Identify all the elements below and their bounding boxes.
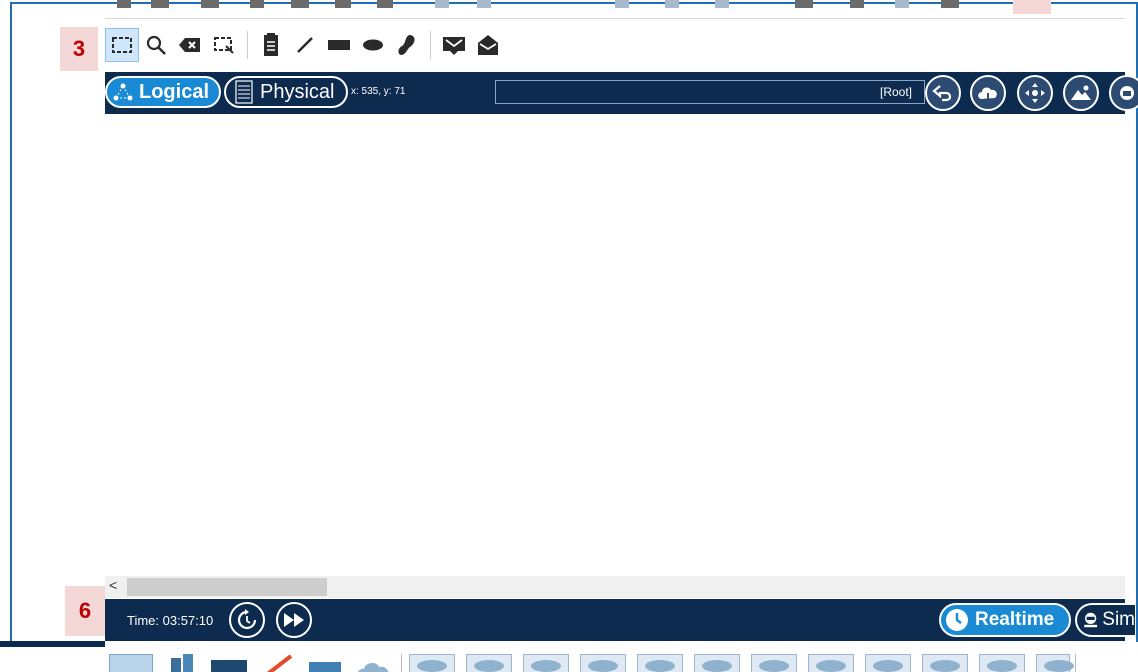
draw-line-icon bbox=[297, 37, 313, 53]
set-background-icon bbox=[1071, 85, 1091, 100]
delete-tool[interactable] bbox=[173, 28, 207, 62]
add-complex-pdu-icon bbox=[478, 35, 498, 55]
inspect-icon bbox=[146, 35, 166, 55]
draw-ellipse-tool[interactable] bbox=[356, 28, 390, 62]
viewport-button[interactable] bbox=[1109, 75, 1138, 111]
device-router-4[interactable] bbox=[580, 654, 626, 672]
components-category[interactable] bbox=[209, 654, 249, 672]
viewport-icon bbox=[1120, 86, 1134, 100]
toolbar-divider bbox=[105, 18, 1125, 19]
back-icon bbox=[932, 85, 952, 102]
fast-forward-button[interactable] bbox=[276, 602, 312, 638]
bottom-left-accent bbox=[0, 641, 105, 647]
physical-tab-label: Physical bbox=[260, 80, 335, 103]
clock-icon bbox=[946, 609, 968, 631]
toolbar-separator bbox=[247, 31, 248, 59]
common-tools-bar bbox=[105, 26, 505, 64]
scroll-left-icon[interactable]: < bbox=[109, 577, 117, 593]
draw-rectangle-tool[interactable] bbox=[322, 28, 356, 62]
add-simple-pdu-icon bbox=[443, 37, 465, 55]
device-list-scroll-separator bbox=[1075, 654, 1076, 672]
draw-line-tool[interactable] bbox=[288, 28, 322, 62]
toolbar-separator bbox=[430, 31, 431, 59]
select-tool[interactable] bbox=[105, 28, 139, 62]
device-router-1[interactable] bbox=[409, 654, 455, 672]
annotation-badge-6: 6 bbox=[65, 586, 105, 636]
add-complex-pdu-tool[interactable] bbox=[471, 28, 505, 62]
new-cluster-button[interactable] bbox=[970, 75, 1006, 111]
device-router-8[interactable] bbox=[808, 654, 854, 672]
realtime-label: Realtime bbox=[975, 609, 1055, 630]
physical-tab[interactable]: Physical bbox=[224, 76, 348, 108]
power-cycle-button[interactable] bbox=[229, 602, 265, 638]
main-toolbar-cropped bbox=[105, 0, 1125, 14]
place-note-tool[interactable] bbox=[254, 28, 288, 62]
simulation-mode-button[interactable]: Sim bbox=[1075, 603, 1135, 637]
multiuser-category[interactable] bbox=[355, 654, 395, 672]
device-type-strip bbox=[105, 650, 1138, 672]
freeform-icon bbox=[398, 35, 415, 55]
time-display: Time: 03:57:10 bbox=[127, 613, 214, 628]
horizontal-scrollbar[interactable]: < bbox=[105, 576, 1125, 598]
end-devices-icon bbox=[171, 654, 193, 672]
logical-tab[interactable]: Logical bbox=[105, 76, 221, 108]
scrollbar-thumb[interactable] bbox=[127, 578, 327, 596]
fast-forward-icon bbox=[284, 613, 304, 627]
move-object-icon bbox=[1025, 83, 1045, 103]
device-router-10[interactable] bbox=[922, 654, 968, 672]
misc-category[interactable] bbox=[307, 654, 347, 672]
set-background-button[interactable] bbox=[1063, 75, 1099, 111]
connections-category[interactable] bbox=[261, 654, 297, 672]
device-router-6[interactable] bbox=[694, 654, 740, 672]
resize-shape-tool[interactable] bbox=[207, 28, 241, 62]
simulation-runner-icon bbox=[1084, 612, 1098, 628]
place-note-icon bbox=[264, 33, 278, 56]
end-devices-category[interactable] bbox=[163, 654, 199, 672]
device-router-5[interactable] bbox=[637, 654, 683, 672]
device-list-separator bbox=[401, 654, 402, 672]
select-icon bbox=[112, 37, 132, 53]
simulation-label: Sim bbox=[1102, 609, 1135, 630]
network-nodes-icon bbox=[113, 83, 133, 101]
time-bar: Time: 03:57:10 Realtime Sim bbox=[105, 599, 1135, 641]
draw-rectangle-icon bbox=[328, 40, 350, 50]
power-cycle-icon bbox=[237, 609, 257, 630]
logical-tab-label: Logical bbox=[139, 80, 210, 103]
network-devices-category[interactable] bbox=[109, 654, 153, 672]
device-router-9[interactable] bbox=[865, 654, 911, 672]
realtime-mode-button[interactable]: Realtime bbox=[939, 603, 1071, 637]
components-icon bbox=[211, 660, 247, 672]
misc-icon bbox=[309, 662, 341, 672]
cloud-icon bbox=[358, 663, 389, 672]
cluster-path-bar bbox=[495, 80, 925, 104]
add-simple-pdu-tool[interactable] bbox=[437, 28, 471, 62]
cursor-coordinates: x: 535, y: 71 bbox=[351, 86, 406, 97]
root-label: [Root] bbox=[880, 85, 913, 99]
freeform-tool[interactable] bbox=[390, 28, 424, 62]
annotation-badge-3: 3 bbox=[60, 27, 98, 71]
device-router-7[interactable] bbox=[751, 654, 797, 672]
resize-shape-icon bbox=[214, 37, 234, 54]
draw-ellipse-icon bbox=[363, 39, 383, 51]
workspace-nav-bar: Logical Physical x: 535, y: 71 [Root] bbox=[105, 72, 1138, 114]
back-button[interactable] bbox=[925, 75, 961, 111]
rack-icon bbox=[235, 80, 253, 104]
delete-icon bbox=[179, 38, 200, 52]
new-cluster-icon bbox=[978, 87, 997, 103]
device-router-12[interactable] bbox=[1036, 654, 1074, 672]
move-object-button[interactable] bbox=[1017, 75, 1053, 111]
device-router-11[interactable] bbox=[979, 654, 1025, 672]
connections-icon bbox=[266, 654, 293, 672]
device-router-2[interactable] bbox=[466, 654, 512, 672]
inspect-tool[interactable] bbox=[139, 28, 173, 62]
logical-workspace-canvas[interactable] bbox=[105, 114, 1125, 576]
device-router-3[interactable] bbox=[523, 654, 569, 672]
